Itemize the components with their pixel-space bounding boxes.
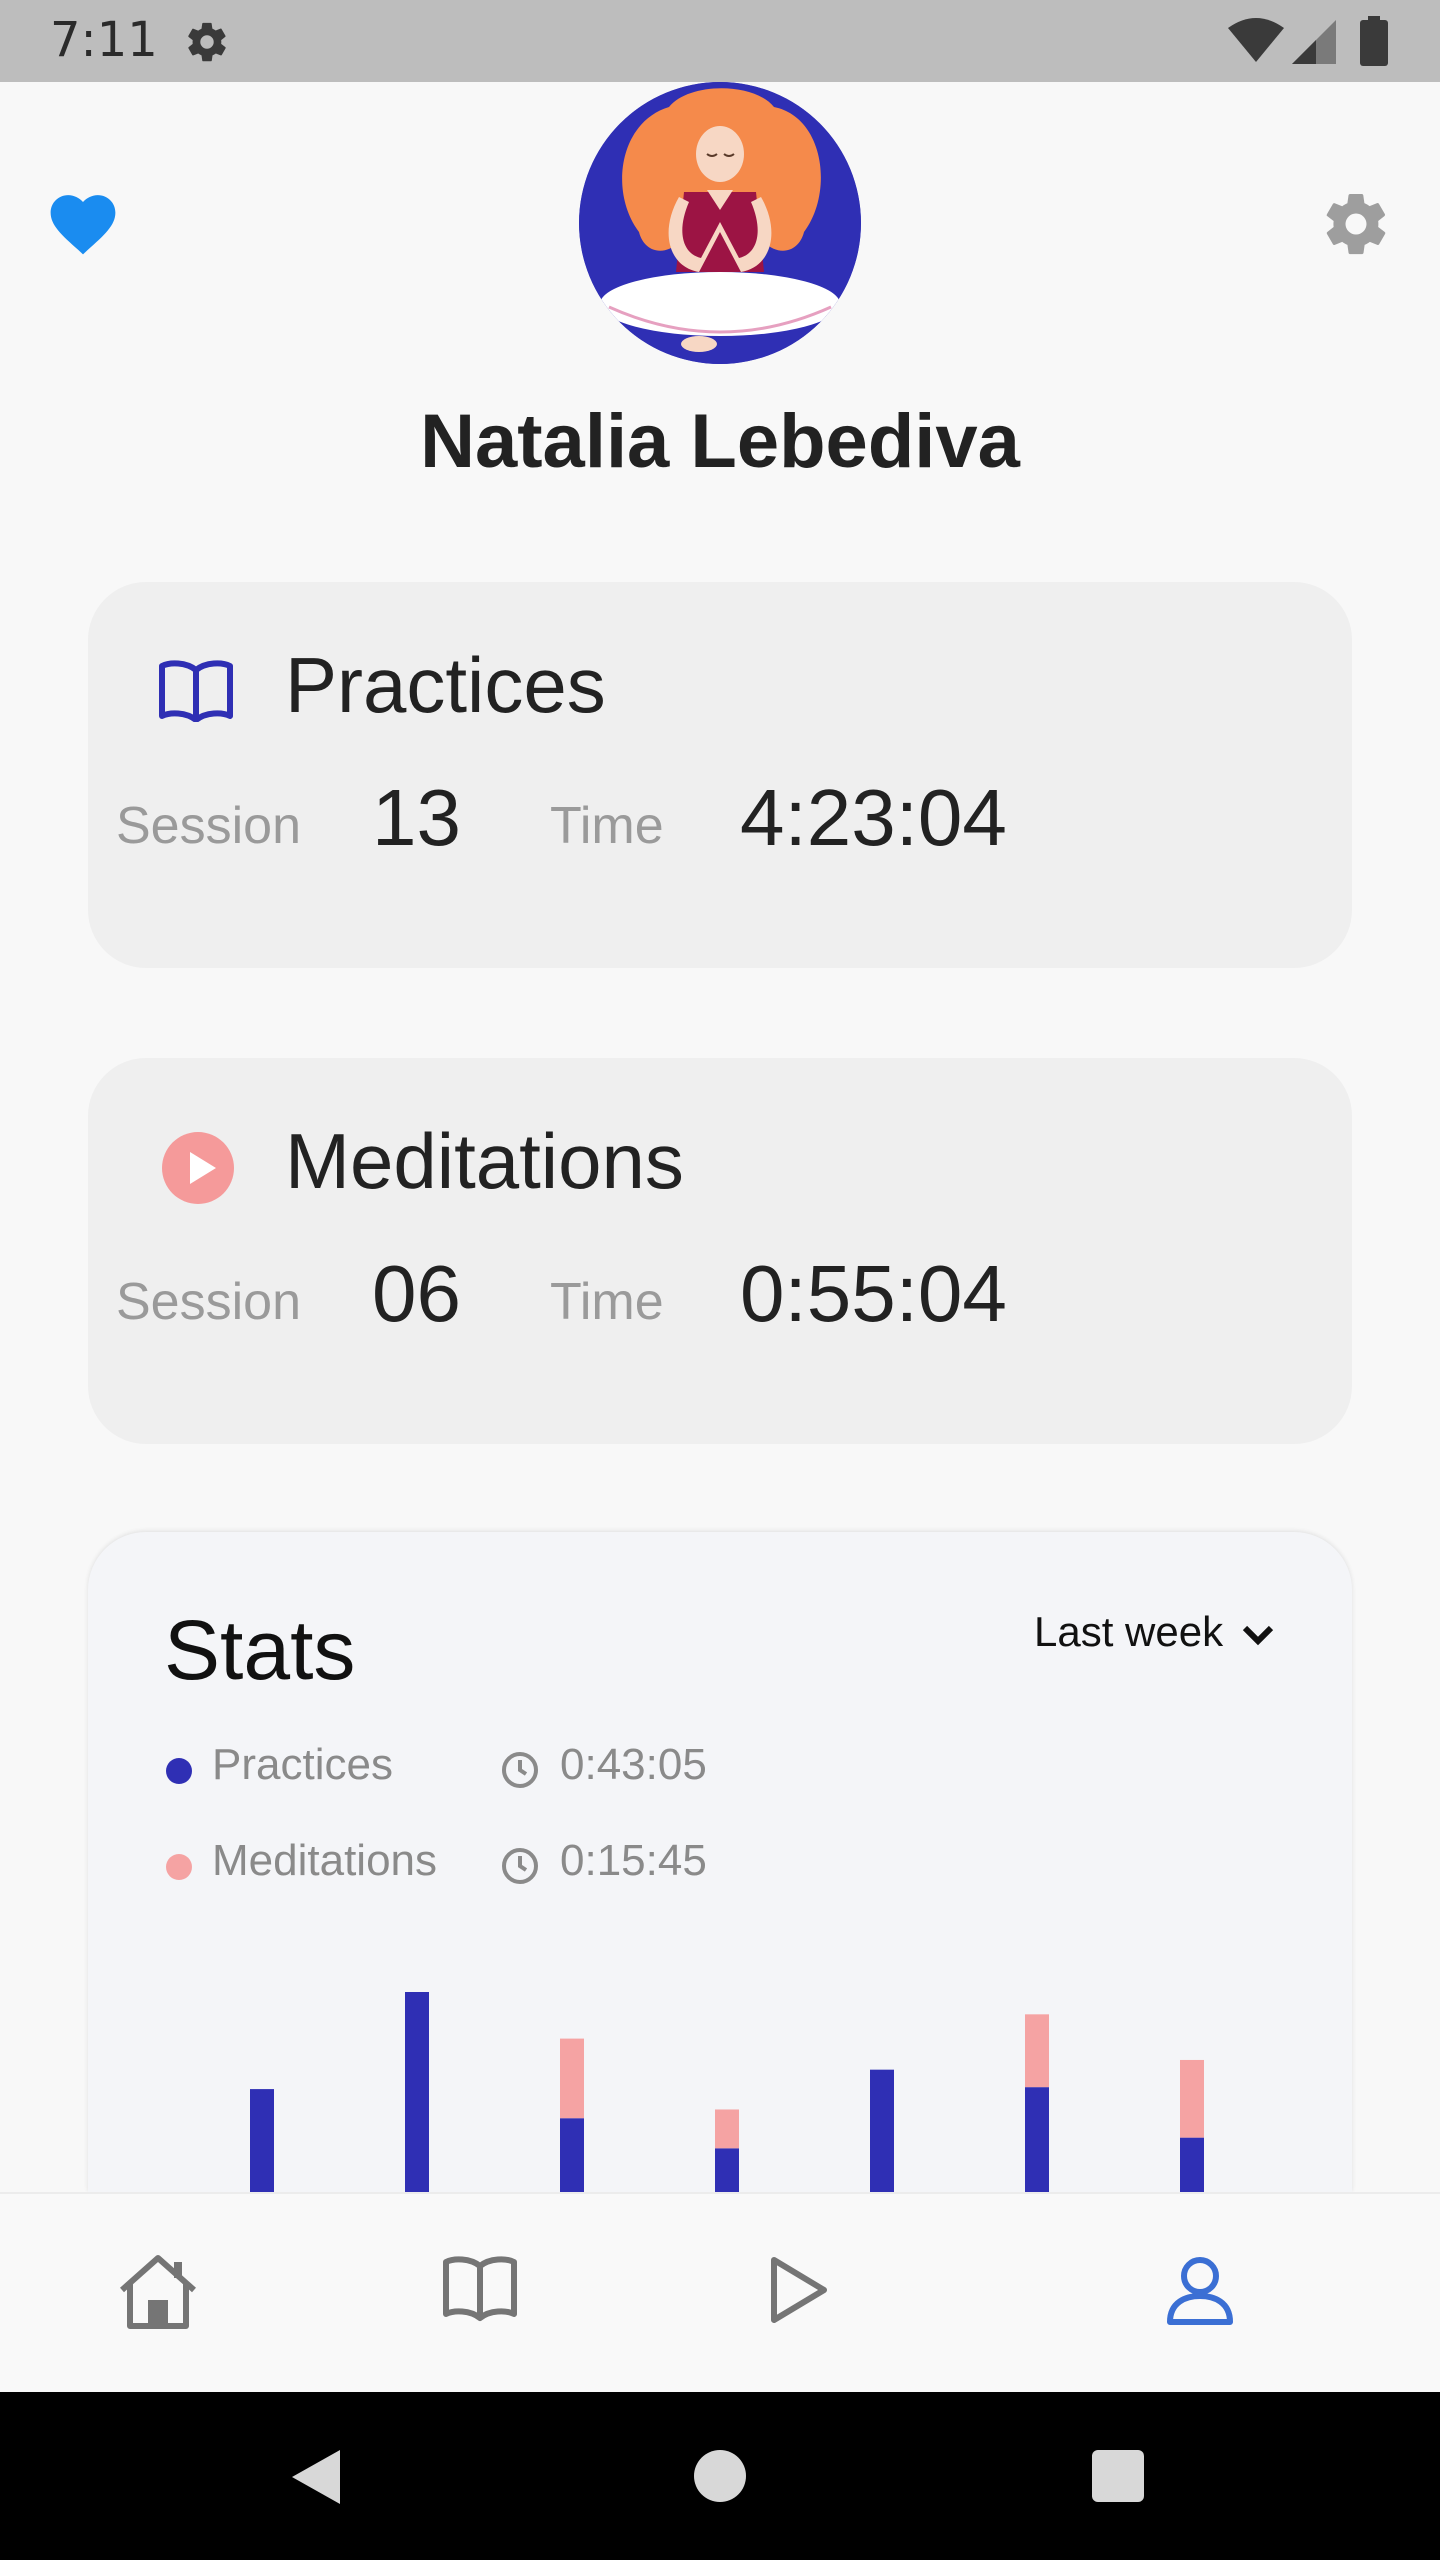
stats-panel: Stats Last week Practices 0:43:05 Medita… bbox=[88, 1532, 1352, 2192]
bar-practices-4 bbox=[715, 2148, 739, 2192]
settings-gear-icon[interactable] bbox=[1320, 188, 1392, 260]
profile-name: Natalia Lebediva bbox=[420, 399, 1020, 484]
bar-meditations-3 bbox=[560, 2038, 584, 2119]
bottom-nav bbox=[0, 2192, 1440, 2394]
avatar[interactable] bbox=[579, 82, 861, 364]
heart-icon[interactable] bbox=[46, 188, 120, 256]
battery-icon bbox=[1360, 16, 1388, 66]
meditations-session-label: Session bbox=[116, 1273, 301, 1331]
home-circle-icon[interactable] bbox=[694, 2450, 746, 2502]
bar-practices-2 bbox=[405, 1992, 429, 2192]
bar-practices-1 bbox=[250, 2089, 274, 2192]
practices-session-label: Session bbox=[116, 797, 301, 855]
meditations-time-value: 0:55:04 bbox=[740, 1249, 1007, 1338]
meditating-woman-illustration bbox=[579, 82, 861, 364]
signal-icon bbox=[1292, 20, 1336, 64]
practices-time-value: 4:23:04 bbox=[740, 773, 1007, 862]
status-bar: 7:11 bbox=[0, 0, 1440, 82]
user-icon[interactable] bbox=[1164, 2254, 1236, 2326]
practices-session-value: 13 bbox=[372, 773, 461, 862]
bar-meditations-6 bbox=[1025, 2014, 1049, 2088]
stats-bar-chart bbox=[250, 1992, 1204, 2192]
book-open-icon[interactable] bbox=[440, 2254, 520, 2322]
home-icon[interactable] bbox=[114, 2250, 202, 2330]
status-time: 7:11 bbox=[50, 12, 158, 68]
bar-practices-5 bbox=[870, 2069, 894, 2192]
bar-meditations-4 bbox=[715, 2109, 739, 2149]
system-nav-bar bbox=[0, 2392, 1440, 2560]
practices-time-label: Time bbox=[550, 797, 664, 855]
book-open-icon bbox=[159, 660, 233, 722]
play-icon[interactable] bbox=[766, 2254, 830, 2326]
back-icon[interactable] bbox=[288, 2446, 344, 2508]
meditations-card[interactable]: Meditations Session 06 Time 0:55:04 bbox=[88, 1058, 1352, 1444]
bar-meditations-7 bbox=[1180, 2059, 1204, 2138]
bar-practices-6 bbox=[1025, 2087, 1049, 2192]
wifi-icon bbox=[1228, 18, 1284, 62]
gear-icon bbox=[188, 22, 226, 62]
bar-practices-7 bbox=[1180, 2137, 1204, 2192]
meditations-session-value: 06 bbox=[372, 1249, 461, 1338]
practices-title: Practices bbox=[285, 641, 606, 729]
bar-practices-3 bbox=[560, 2118, 584, 2192]
meditations-time-label: Time bbox=[550, 1273, 664, 1331]
recents-icon[interactable] bbox=[1092, 2450, 1144, 2502]
practices-card[interactable]: Practices Session 13 Time 4:23:04 bbox=[88, 582, 1352, 968]
play-circle-icon bbox=[162, 1132, 234, 1204]
meditations-title: Meditations bbox=[285, 1117, 684, 1205]
